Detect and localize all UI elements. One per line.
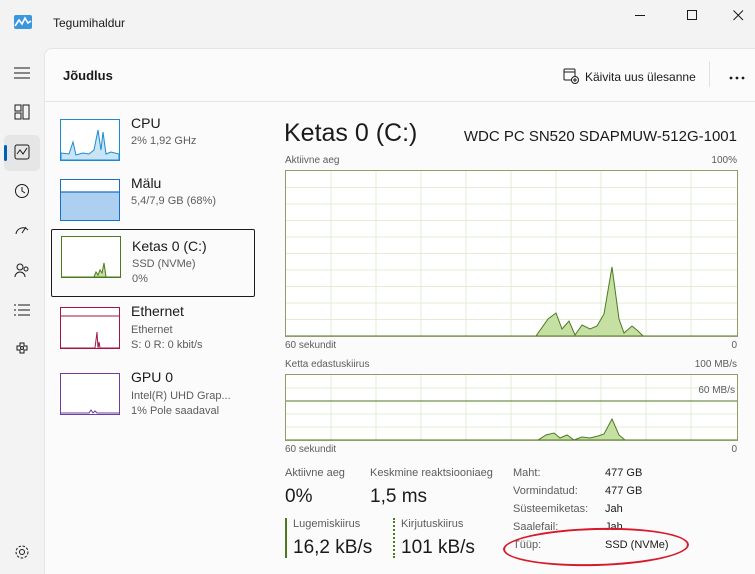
- gpu-thumbnail-graph: [60, 373, 120, 415]
- nav-processes[interactable]: [4, 95, 40, 131]
- menu-button[interactable]: [4, 56, 40, 92]
- page-title: Jõudlus: [63, 68, 113, 83]
- disk-thumbnail-graph: [61, 236, 121, 278]
- device-sub: 5,4/7,9 GB (68%): [131, 195, 216, 207]
- transfer-rate-line-label: 60 MB/s: [698, 385, 735, 396]
- nav-app-history[interactable]: [4, 174, 40, 210]
- details-icon: [14, 303, 30, 320]
- device-throughput: S: 0 R: 0 kbit/s: [131, 339, 203, 351]
- minimize-icon: [634, 10, 646, 21]
- task-manager-icon: [14, 15, 32, 29]
- device-cpu[interactable]: CPU 2% 1,92 GHz: [51, 113, 255, 181]
- disk-title: Ketas 0 (C:): [284, 119, 418, 147]
- ethernet-thumbnail-graph: [60, 307, 120, 349]
- device-name: CPU: [131, 115, 161, 131]
- run-new-task-label: Käivita uus ülesanne: [585, 70, 696, 84]
- formatted-label: Vormindatud:: [513, 485, 578, 497]
- device-name: GPU 0: [131, 369, 174, 385]
- nav-startup-apps[interactable]: [4, 214, 40, 250]
- nav-details[interactable]: [4, 293, 40, 329]
- close-button[interactable]: [715, 0, 755, 30]
- write-speed-value: 101 kB/s: [401, 537, 475, 558]
- close-icon: [732, 9, 744, 21]
- startup-apps-icon: [14, 223, 30, 242]
- device-name: Mälu: [131, 175, 162, 191]
- avg-response-label: Keskmine reaktsiooniaeg: [370, 467, 493, 479]
- active-time-graph-max: 100%: [711, 155, 737, 166]
- device-name: Ketas 0 (C:): [132, 238, 207, 254]
- cpu-thumbnail-graph: [60, 119, 120, 161]
- performance-icon: [14, 144, 30, 163]
- transfer-rate-graph-max: 100 MB/s: [694, 359, 737, 370]
- capacity-value: 477 GB: [605, 467, 643, 479]
- active-time-value: 0%: [285, 486, 313, 507]
- device-disk-0[interactable]: Ketas 0 (C:) SSD (NVMe) 0%: [51, 229, 255, 297]
- device-usage: 0%: [132, 273, 148, 285]
- system-disk-value: Jah: [605, 503, 623, 515]
- device-sub: Intel(R) UHD Grap...: [131, 390, 231, 402]
- maximize-icon: [686, 9, 698, 21]
- write-speed-marker: [393, 518, 395, 558]
- processes-icon: [14, 104, 30, 123]
- disk-model: WDC PC SN520 SDAPMUW-512G-1001: [463, 128, 737, 145]
- transfer-rate-graph-label: Ketta edastuskiirus: [285, 359, 370, 370]
- write-speed-label: Kirjutuskiirus: [401, 518, 464, 530]
- transfer-rate-graph: [285, 374, 738, 441]
- transfer-rate-graph-time: 60 sekundit: [285, 444, 337, 455]
- hamburger-menu-icon: [14, 67, 30, 82]
- header-divider: [45, 101, 755, 102]
- active-time-graph-label: Aktiivne aeg: [285, 155, 340, 166]
- navigation-rail: [0, 48, 44, 574]
- services-icon: [14, 342, 30, 361]
- active-time-label: Aktiivne aeg: [285, 467, 345, 479]
- formatted-value: 477 GB: [605, 485, 643, 497]
- device-name: Ethernet: [131, 303, 184, 319]
- title-bar: Tegumihaldur: [0, 0, 755, 48]
- active-time-graph: [285, 170, 738, 337]
- app-history-icon: [14, 183, 30, 202]
- settings-icon: [14, 544, 30, 563]
- memory-thumbnail-graph: [60, 179, 120, 221]
- read-speed-marker: [285, 518, 287, 558]
- capacity-label: Maht:: [513, 467, 541, 479]
- device-ethernet[interactable]: Ethernet Ethernet S: 0 R: 0 kbit/s: [51, 301, 255, 369]
- active-time-graph-min: 0: [731, 340, 737, 351]
- device-sub: SSD (NVMe): [132, 258, 196, 270]
- toolbar-divider: [709, 61, 710, 87]
- window-title: Tegumihaldur: [53, 16, 126, 30]
- read-speed-label: Lugemiskiirus: [293, 518, 361, 530]
- nav-performance[interactable]: [4, 135, 40, 171]
- system-disk-label: Süsteemiketas:: [513, 503, 589, 515]
- run-new-task-button[interactable]: Käivita uus ülesanne: [563, 66, 696, 88]
- more-options-icon: [729, 69, 745, 83]
- device-sub: 2% 1,92 GHz: [131, 135, 197, 147]
- active-time-graph-time: 60 sekundit: [285, 340, 337, 351]
- device-sub: Ethernet: [131, 324, 173, 336]
- performance-panel: Jõudlus Käivita uus ülesanne CPU 2% 1,92…: [44, 48, 755, 574]
- minimize-button[interactable]: [617, 0, 663, 30]
- avg-response-value: 1,5 ms: [370, 486, 428, 507]
- nav-settings[interactable]: [4, 535, 40, 571]
- nav-users[interactable]: [4, 253, 40, 289]
- new-task-icon: [563, 68, 579, 87]
- users-icon: [14, 262, 30, 281]
- device-gpu-0[interactable]: GPU 0 Intel(R) UHD Grap... 1% Pole saada…: [51, 367, 255, 435]
- nav-services[interactable]: [4, 333, 40, 369]
- more-options-button[interactable]: [725, 64, 749, 88]
- device-usage: 1% Pole saadaval: [131, 405, 220, 417]
- transfer-rate-graph-min: 0: [731, 444, 737, 455]
- read-speed-value: 16,2 kB/s: [293, 537, 373, 558]
- maximize-button[interactable]: [669, 0, 715, 30]
